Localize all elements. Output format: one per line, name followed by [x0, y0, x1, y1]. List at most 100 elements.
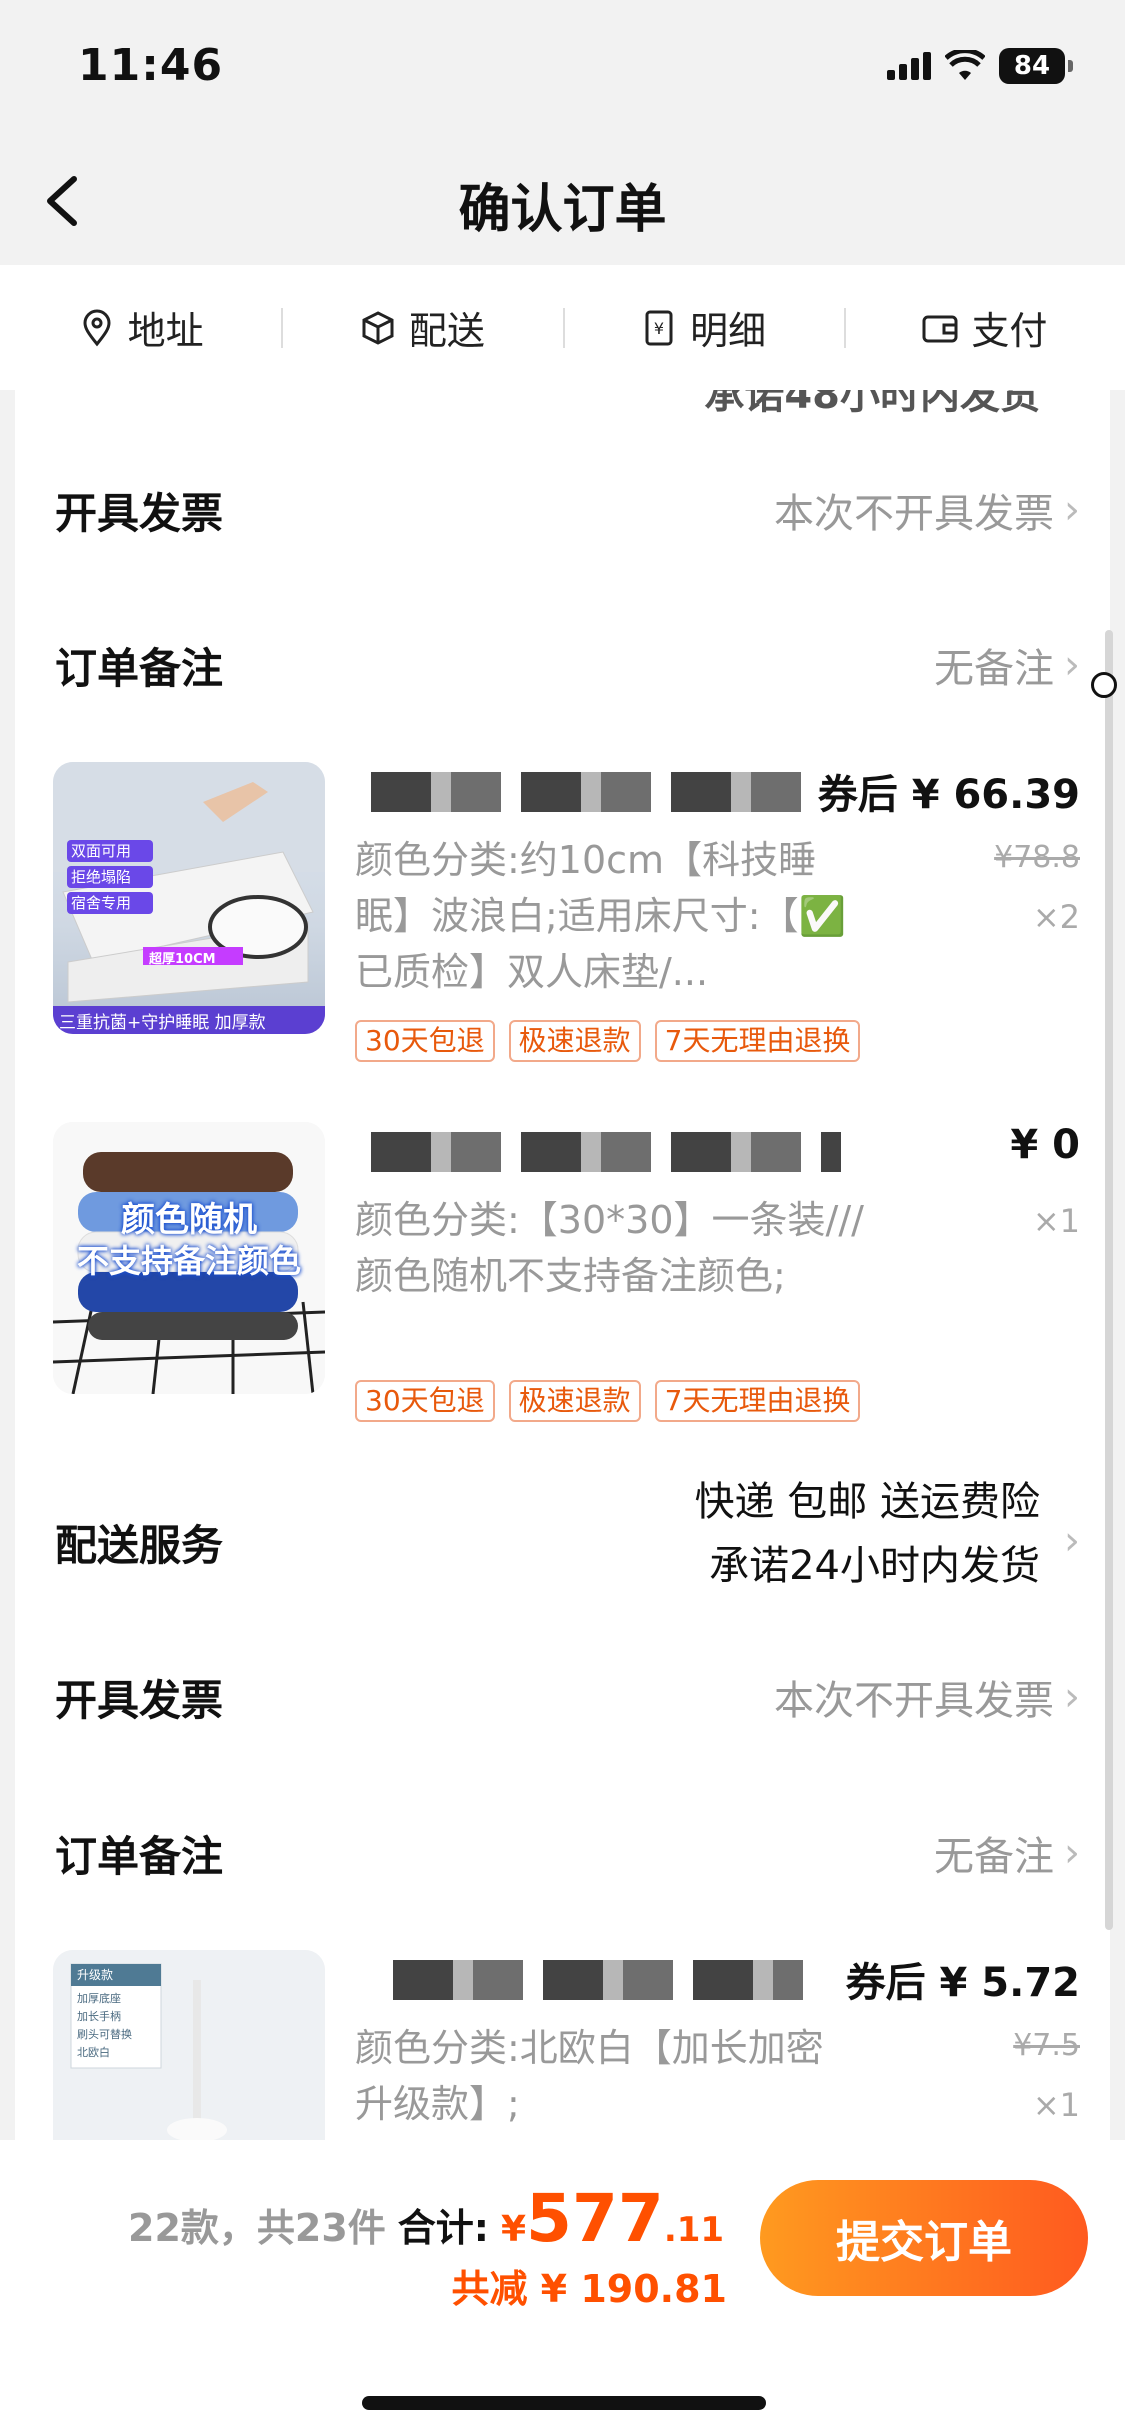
thumb-feature: 北欧白 [77, 2046, 110, 2059]
service-tags: 30天包退 极速退款 7天无理由退换 [355, 1380, 861, 1422]
tag: 7天无理由退换 [654, 1380, 861, 1422]
order-content[interactable]: 承诺48小时内发货 开具发票 本次不开具发票 › 订单备注 无备注 › 双面可用 拒… [15, 390, 1110, 2140]
scroll-handle-icon[interactable] [1091, 672, 1117, 698]
product-spec: 颜色分类:北欧白【加长加密 升级款】; [355, 2026, 824, 2126]
signal-icon [887, 52, 931, 80]
submit-order-button[interactable]: 提交订单 [760, 2180, 1088, 2296]
nav-bar: 确认订单 [0, 135, 1125, 265]
redacted-product-title [371, 772, 801, 812]
thumb-feature: 加长手柄 [77, 2010, 121, 2023]
total-label: 合计: [397, 2206, 489, 2250]
discount-amount: 共减 ¥ 190.81 [451, 2267, 727, 2311]
delivery-line: 快递 包邮 送运费险 [694, 1479, 1040, 1525]
invoice-value: 本次不开具发票 › [774, 481, 1080, 539]
remark-value: 无备注 › [934, 636, 1080, 694]
thumb-title: 升级款 [77, 1968, 114, 1982]
product-spec: 颜色分类:约10cm【科技睡眠】波浪白;适用床尺寸:【✅已质检】双人床垫/... [355, 838, 846, 994]
thumb-overlay-text: 不支持备注颜色 [76, 1242, 301, 1280]
product-image-toilet-brush[interactable]: 升级款 加厚底座 加长手柄 刷头可替换 北欧白 [53, 1950, 325, 2140]
order-summary: 22款，共23件 合计: ¥ 577 .11 [128, 2180, 724, 2257]
location-icon [83, 309, 111, 346]
remark-value-text: 无备注 [934, 646, 1054, 692]
delivery-service-row[interactable]: 配送服务 快递 包邮 送运费险 承诺24小时内发货 › [55, 1470, 1080, 1610]
home-indicator[interactable] [362, 2396, 766, 2410]
invoice-label: 开具发票 [55, 1675, 224, 1725]
chevron-right-icon: › [1064, 642, 1080, 688]
remark-label: 订单备注 [55, 643, 224, 693]
invoice-row[interactable]: 开具发票 本次不开具发票 › [55, 465, 1080, 555]
total-integer: 577 [526, 2180, 664, 2257]
currency-symbol: ¥ [500, 2209, 527, 2250]
product-original-price: ¥78.8 [994, 840, 1080, 875]
remark-row[interactable]: 订单备注 无备注 › [55, 1808, 1080, 1898]
thumb-overlay-text: 颜色随机 [121, 1200, 257, 1240]
product-image-towel[interactable]: 颜色随机 不支持备注颜色 [53, 1122, 325, 1394]
product-item[interactable]: 双面可用 拒绝塌陷 宿舍专用 超厚10CM 三重抗菌+守护睡眠 加厚款 券后 ¥… [53, 762, 1080, 1062]
receipt-icon: ¥ [645, 310, 673, 345]
thumb-badge: 双面可用 [71, 842, 132, 860]
delivery-line: 承诺24小时内发货 [709, 1543, 1040, 1589]
tab-address-label: 地址 [127, 309, 204, 353]
invoice-value: 本次不开具发票 › [774, 1668, 1080, 1726]
thumb-caption: 三重抗菌+守护睡眠 加厚款 [59, 1013, 266, 1033]
total-amount: ¥ 577 .11 [501, 2180, 724, 2257]
status-bar: 11:46 84 [0, 0, 1125, 135]
tag: 极速退款 [508, 1380, 641, 1422]
product-image-mattress[interactable]: 双面可用 拒绝塌陷 宿舍专用 超厚10CM 三重抗菌+守护睡眠 加厚款 [53, 762, 325, 1034]
invoice-value-text: 本次不开具发票 [774, 491, 1054, 537]
total-decimal: .11 [663, 2210, 725, 2250]
tag: 7天无理由退换 [654, 1020, 861, 1062]
thumb-badge: 宿舍专用 [71, 894, 132, 912]
wallet-icon [922, 315, 958, 342]
step-tabs: 地址 配送 ¥ 明细 支付 [0, 265, 1125, 390]
product-item[interactable]: 升级款 加厚底座 加长手柄 刷头可替换 北欧白 券后 ¥ 5.72 ¥7.5 ×… [53, 1950, 1080, 2140]
product-item[interactable]: 颜色随机 不支持备注颜色 ¥ 0 ×1 颜色分类:【30*30】一条装///颜色… [53, 1122, 1080, 1422]
tab-payment-label: 支付 [971, 309, 1048, 353]
tab-payment[interactable]: 支付 [843, 300, 1125, 355]
product-price: 券后 ¥ 5.72 [845, 1960, 1080, 2006]
thumb-thickness: 超厚10CM [149, 952, 216, 967]
tag: 30天包退 [355, 1020, 495, 1062]
remark-value: 无备注 › [934, 1824, 1080, 1882]
chevron-right-icon: › [1064, 1518, 1080, 1564]
shipping-promise-partial: 承诺48小时内发货 [704, 390, 1040, 418]
invoice-row[interactable]: 开具发票 本次不开具发票 › [55, 1652, 1080, 1742]
status-icons: 84 [887, 48, 1073, 84]
checkout-bar: 22款，共23件 合计: ¥ 577 .11 共减 ¥ 190.81 提交订单 [0, 2140, 1125, 2436]
scrollbar[interactable] [1105, 630, 1113, 1930]
tab-delivery[interactable]: 配送 [281, 300, 562, 355]
battery-icon: 84 [999, 48, 1073, 84]
tab-address[interactable]: 地址 [0, 300, 281, 355]
product-quantity: ×1 [1032, 2086, 1080, 2124]
redacted-product-title [371, 1132, 841, 1172]
package-icon [362, 310, 394, 345]
item-count: 22款，共23件 [128, 2206, 386, 2250]
redacted-product-title [393, 1960, 803, 2000]
tab-details[interactable]: ¥ 明细 [562, 300, 844, 355]
wifi-icon [945, 50, 985, 80]
tab-delivery-label: 配送 [408, 309, 485, 353]
chevron-right-icon: › [1064, 487, 1080, 533]
status-time: 11:46 [78, 40, 224, 91]
tab-details-label: 明细 [690, 309, 767, 353]
remark-value-text: 无备注 [934, 1834, 1054, 1880]
invoice-value-text: 本次不开具发票 [774, 1678, 1054, 1724]
chevron-right-icon: › [1064, 1674, 1080, 1720]
tag: 极速退款 [508, 1020, 641, 1062]
product-quantity: ×2 [1032, 898, 1080, 936]
product-quantity: ×1 [1032, 1202, 1080, 1240]
invoice-label: 开具发票 [55, 488, 224, 538]
product-original-price: ¥7.5 [1013, 2028, 1080, 2063]
thumb-feature: 加厚底座 [77, 1992, 121, 2005]
remark-label: 订单备注 [55, 1831, 224, 1881]
thumb-feature: 刷头可替换 [77, 2028, 132, 2041]
svg-text:¥: ¥ [654, 319, 664, 338]
thumb-badge: 拒绝塌陷 [71, 868, 132, 886]
delivery-label: 配送服务 [55, 1521, 224, 1570]
service-tags: 30天包退 极速退款 7天无理由退换 [355, 1020, 861, 1062]
page-title: 确认订单 [458, 180, 667, 240]
product-price: ¥ 0 [1010, 1122, 1080, 1168]
remark-row[interactable]: 订单备注 无备注 › [55, 620, 1080, 710]
tag: 30天包退 [355, 1380, 495, 1422]
product-spec: 颜色分类:【30*30】一条装///颜色随机不支持备注颜色; [355, 1198, 864, 1298]
